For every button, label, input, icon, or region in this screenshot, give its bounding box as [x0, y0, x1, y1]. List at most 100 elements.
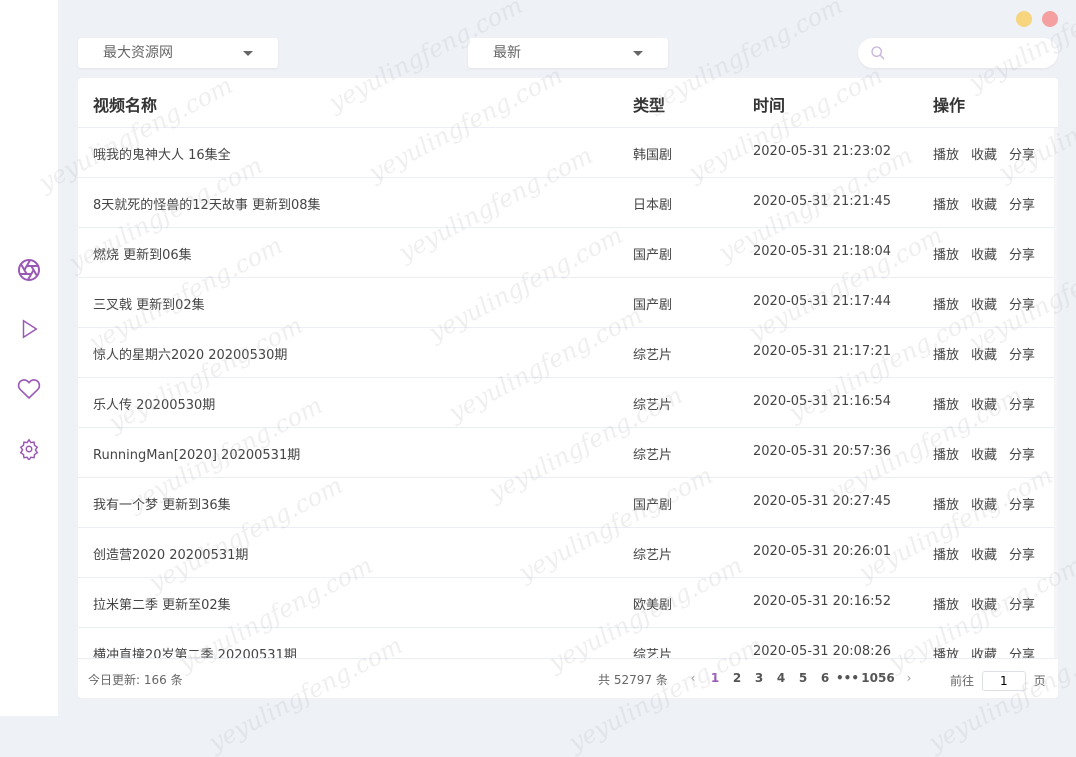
video-name[interactable]: 横冲直撞20岁第二季 20200531期 [93, 644, 297, 658]
video-time: 2020-05-31 20:26:01 [753, 544, 892, 559]
favorite-button[interactable]: 收藏 [971, 448, 997, 463]
play-button[interactable]: 播放 [933, 298, 959, 313]
share-button[interactable]: 分享 [1009, 198, 1035, 213]
video-time: 2020-05-31 20:27:45 [753, 494, 892, 509]
column-header-time[interactable]: 时间 [753, 92, 785, 116]
goto-page: 前往 页 [950, 671, 1046, 691]
video-type: 综艺片 [633, 448, 673, 463]
favorite-button[interactable]: 收藏 [971, 298, 997, 313]
column-header-type[interactable]: 类型 [633, 92, 665, 116]
table-row[interactable]: 乐人传 20200530期 综艺片 2020-05-31 21:16:54 播放 收藏分… [78, 378, 1054, 428]
video-name[interactable]: 拉米第二季 更新至02集 [93, 594, 231, 613]
video-time: 2020-05-31 20:57:36 [753, 444, 892, 459]
page-number[interactable]: 1 [704, 671, 726, 685]
table-row[interactable]: RunningMan[2020] 20200531期 综艺片 2020-05-31 … [78, 428, 1054, 478]
page-number[interactable]: 6 [814, 671, 836, 685]
video-time: 2020-05-31 21:18:04 [753, 244, 892, 259]
video-table: 视频名称 类型 时间 操作 哦我的鬼神大人 16集全 韩国剧 2020-05-31 … [78, 78, 1058, 698]
column-header-name[interactable]: 视频名称 [93, 92, 157, 116]
play-button[interactable]: 播放 [933, 348, 959, 363]
play-button[interactable]: 播放 [933, 498, 959, 513]
video-time: 2020-05-31 21:17:44 [753, 294, 892, 309]
video-name[interactable]: 创造营2020 20200531期 [93, 544, 248, 563]
chevron-down-icon [243, 51, 253, 56]
favorite-button[interactable]: 收藏 [971, 498, 997, 513]
video-name[interactable]: 8天就死的怪兽的12天故事 更新到08集 [93, 194, 321, 213]
video-name[interactable]: 我有一个梦 更新到36集 [93, 494, 231, 513]
share-button[interactable]: 分享 [1009, 398, 1035, 413]
table-row[interactable]: 8天就死的怪兽的12天故事 更新到08集 日本剧 2020-05-31 21:21:… [78, 178, 1054, 228]
heart-icon[interactable] [16, 376, 42, 402]
share-button[interactable]: 分享 [1009, 648, 1035, 658]
search-input[interactable] [892, 43, 1046, 65]
table-row[interactable]: 横冲直撞20岁第二季 20200531期 综艺片 2020-05-31 20:08:… [78, 628, 1054, 658]
play-button[interactable]: 播放 [933, 548, 959, 563]
play-button[interactable]: 播放 [933, 248, 959, 263]
page-number[interactable]: 2 [726, 671, 748, 685]
page-number[interactable]: 4 [770, 671, 792, 685]
page-number[interactable]: 5 [792, 671, 814, 685]
table-row[interactable]: 哦我的鬼神大人 16集全 韩国剧 2020-05-31 21:23:02 播放 收藏 分享 [78, 128, 1054, 178]
play-icon[interactable] [16, 316, 42, 342]
row-actions: 播放 收藏 分享 [933, 394, 1047, 413]
favorite-button[interactable]: 收藏 [971, 398, 997, 413]
share-button[interactable]: 分享 [1009, 598, 1035, 613]
next-page-icon[interactable]: › [898, 671, 920, 685]
source-select[interactable]: 最大资源网 [78, 38, 278, 68]
sort-select[interactable]: 最新 [468, 38, 668, 68]
play-button[interactable]: 播放 [933, 148, 959, 163]
video-name[interactable]: RunningMan[2020] 20200531期 [93, 444, 300, 463]
share-button[interactable]: 分享 [1009, 148, 1035, 163]
row-actions: 播放 收藏 分享 [933, 644, 1047, 658]
video-name[interactable]: 惊人的星期六2020 20200530期 [93, 344, 287, 363]
today-updates: 今日更新: 166 条 [88, 673, 183, 687]
share-button[interactable]: 分享 [1009, 348, 1035, 363]
play-button[interactable]: 播放 [933, 448, 959, 463]
video-type: 韩国剧 [633, 148, 673, 163]
prev-page-icon[interactable]: ‹ [682, 671, 704, 685]
pagination: ‹ 1 2 3 4 5 6 ••• 1056 › [682, 671, 920, 685]
play-button[interactable]: 播放 [933, 198, 959, 213]
close-button[interactable] [1042, 11, 1058, 27]
page-number-last[interactable]: 1056 [858, 671, 898, 685]
share-button[interactable]: 分享 [1009, 248, 1035, 263]
search-icon [870, 45, 886, 65]
search-box [858, 38, 1058, 68]
video-type: 综艺片 [633, 548, 673, 563]
aperture-icon[interactable] [16, 257, 42, 283]
settings-icon[interactable] [16, 436, 42, 462]
favorite-button[interactable]: 收藏 [971, 598, 997, 613]
favorite-button[interactable]: 收藏 [971, 648, 997, 658]
video-time: 2020-05-31 21:23:02 [753, 144, 892, 159]
main-area: 最大资源网 最新 视频名称 类型 时间 操作 哦我的鬼神大人 16集全 韩国剧 20… [34, 0, 1076, 757]
goto-page-input[interactable] [981, 671, 1026, 691]
share-button[interactable]: 分享 [1009, 548, 1035, 563]
minimize-button[interactable] [1016, 11, 1032, 27]
video-name[interactable]: 乐人传 20200530期 [93, 394, 215, 413]
favorite-button[interactable]: 收藏 [971, 548, 997, 563]
table-row[interactable]: 三叉戟 更新到02集 国产剧 2020-05-31 21:17:44 播放 收藏 分享 [78, 278, 1054, 328]
table-scrollbar[interactable] [1054, 128, 1058, 658]
share-button[interactable]: 分享 [1009, 298, 1035, 313]
table-row[interactable]: 拉米第二季 更新至02集 欧美剧 2020-05-31 20:16:52 播放 收藏 分享 [78, 578, 1054, 628]
play-button[interactable]: 播放 [933, 398, 959, 413]
favorite-button[interactable]: 收藏 [971, 198, 997, 213]
play-button[interactable]: 播放 [933, 598, 959, 613]
page-number[interactable]: 3 [748, 671, 770, 685]
play-button[interactable]: 播放 [933, 648, 959, 658]
share-button[interactable]: 分享 [1009, 448, 1035, 463]
table-header: 视频名称 类型 时间 操作 [78, 78, 1058, 128]
page-ellipsis[interactable]: ••• [836, 671, 859, 685]
table-row[interactable]: 创造营2020 20200531期 综艺片 2020-05-31 20:26:01 播… [78, 528, 1054, 578]
favorite-button[interactable]: 收藏 [971, 248, 997, 263]
favorite-button[interactable]: 收藏 [971, 348, 997, 363]
share-button[interactable]: 分享 [1009, 498, 1035, 513]
row-actions: 播放 收藏 分享 [933, 244, 1047, 263]
video-name[interactable]: 三叉戟 更新到02集 [93, 294, 205, 313]
table-row[interactable]: 我有一个梦 更新到36集 国产剧 2020-05-31 20:27:45 播放 收藏 分享 [78, 478, 1054, 528]
table-row[interactable]: 惊人的星期六2020 20200530期 综艺片 2020-05-31 21:17:… [78, 328, 1054, 378]
favorite-button[interactable]: 收藏 [971, 148, 997, 163]
video-name[interactable]: 哦我的鬼神大人 16集全 [93, 144, 231, 163]
table-row[interactable]: 燃烧 更新到06集 国产剧 2020-05-31 21:18:04 播放 收藏 分享 [78, 228, 1054, 278]
video-name[interactable]: 燃烧 更新到06集 [93, 244, 192, 263]
